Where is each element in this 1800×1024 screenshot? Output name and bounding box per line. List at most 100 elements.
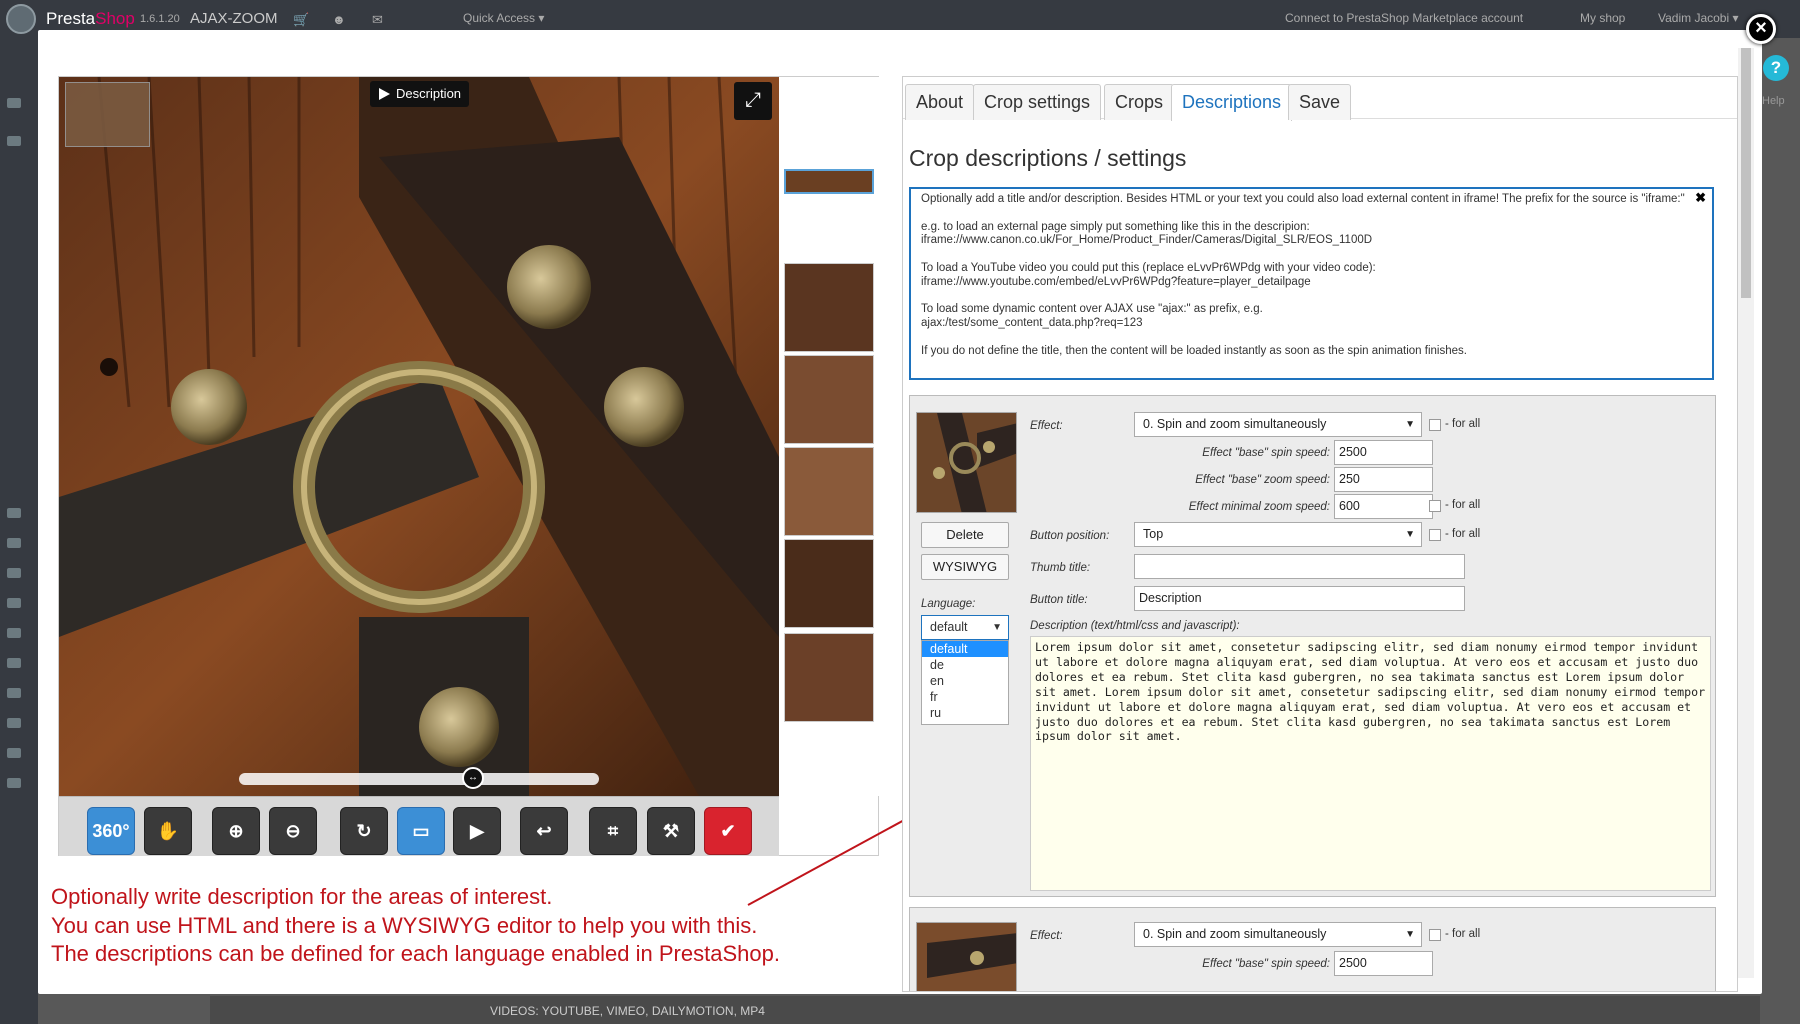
sidebar-shipping-icon[interactable] — [7, 628, 21, 638]
scrollbar-thumb[interactable] — [1741, 48, 1751, 298]
spin-360-button[interactable]: 360° — [87, 807, 135, 855]
tab-descriptions[interactable]: Descriptions — [1171, 84, 1293, 121]
reset-button[interactable]: ↻ — [340, 807, 388, 855]
for-all-label: - for all — [1445, 418, 1481, 430]
description-button[interactable]: Description — [370, 81, 469, 107]
background-page-strip: VIDEOS: YOUTUBE, VIMEO, DAILYMOTION, MP4 — [210, 996, 1760, 1024]
sidebar-orders-icon[interactable] — [7, 508, 21, 518]
effect-select-value: 0. Spin and zoom simultaneously — [1143, 417, 1327, 431]
base-spin-speed-input[interactable]: 2500 — [1334, 440, 1433, 465]
navigation-minimap[interactable] — [65, 82, 150, 147]
thumb-title-label: Thumb title: — [1030, 562, 1091, 574]
fullscreen-monitor-button[interactable]: ▭ — [397, 807, 445, 855]
confirm-button[interactable]: ✔ — [704, 807, 752, 855]
sidebar-localization-icon[interactable] — [7, 658, 21, 668]
description-textarea[interactable]: Lorem ipsum dolor sit amet, consetetur s… — [1030, 636, 1711, 891]
button-title-label: Button title: — [1030, 594, 1088, 606]
help-label: Help — [1762, 95, 1785, 107]
tab-crops[interactable]: Crops — [1104, 84, 1175, 120]
annotation-line: Optionally write description for the are… — [51, 884, 553, 909]
tab-save[interactable]: Save — [1288, 84, 1352, 120]
crop-preview-image — [917, 413, 1016, 512]
language-select[interactable]: default ▼ — [921, 615, 1009, 640]
base-spin-speed-input[interactable]: 2500 — [1334, 951, 1433, 976]
button-position-for-all-checkbox[interactable] — [1429, 529, 1441, 541]
effect-for-all-checkbox[interactable] — [1429, 419, 1441, 431]
crop-thumbnail[interactable] — [784, 447, 874, 536]
annotation-text: Optionally write description for the are… — [51, 883, 911, 969]
sidebar-dashboard-icon[interactable] — [7, 98, 21, 108]
sidebar-advanced-icon[interactable] — [7, 718, 21, 728]
delete-button[interactable]: Delete — [921, 522, 1009, 548]
admin-sidebar — [0, 38, 38, 1024]
prestashop-logo-icon[interactable] — [6, 4, 36, 34]
effect-select[interactable]: 0. Spin and zoom simultaneously ▼ — [1134, 922, 1422, 947]
wysiwyg-button[interactable]: WYSIWYG — [921, 554, 1009, 580]
chevron-down-icon: ▼ — [1405, 529, 1415, 540]
tab-crop-settings[interactable]: Crop settings — [973, 84, 1102, 120]
quick-access-menu[interactable]: Quick Access ▾ — [463, 11, 544, 25]
zoom-in-button[interactable]: ⊕ — [212, 807, 260, 855]
min-zoom-for-all-checkbox[interactable] — [1429, 500, 1441, 512]
boot-leather-image — [59, 77, 779, 796]
info-text: To load some dynamic content over AJAX u… — [921, 303, 1263, 316]
zoom-slider[interactable]: ↔ — [239, 767, 599, 789]
crop-button[interactable]: ⌗ — [589, 807, 637, 855]
zoom-out-button[interactable]: ⊖ — [269, 807, 317, 855]
effect-select[interactable]: 0. Spin and zoom simultaneously ▼ — [1134, 412, 1422, 437]
tools-button[interactable]: ⚒ — [647, 807, 695, 855]
fullscreen-expand-icon[interactable]: ⤢ — [734, 82, 772, 120]
crop-thumbnail[interactable] — [784, 355, 874, 444]
button-title-input[interactable]: Description — [1134, 586, 1465, 611]
help-icon[interactable]: ? — [1763, 55, 1789, 81]
crop-thumbnail[interactable] — [784, 633, 874, 722]
sidebar-admin-icon[interactable] — [7, 748, 21, 758]
pan-hand-button[interactable]: ✋ — [144, 807, 192, 855]
effect-label: Effect: — [1030, 420, 1063, 432]
for-all-label: - for all — [1445, 528, 1481, 540]
crop-thumbnail[interactable] — [784, 169, 874, 194]
language-option-de[interactable]: de — [922, 657, 1008, 673]
page-title: Crop descriptions / settings — [909, 145, 1187, 171]
my-shop-link[interactable]: My shop — [1580, 11, 1625, 25]
modal-scrollbar[interactable] — [1738, 48, 1754, 978]
button-position-select[interactable]: Top ▼ — [1134, 522, 1422, 547]
language-option-ru[interactable]: ru — [922, 705, 1008, 721]
min-zoom-speed-input[interactable]: 600 — [1334, 494, 1433, 519]
effect-select-value: 0. Spin and zoom simultaneously — [1143, 927, 1327, 941]
effect-for-all-checkbox[interactable] — [1429, 929, 1441, 941]
undo-button[interactable]: ↩ — [520, 807, 568, 855]
zoom-image[interactable]: Description ⤢ ↔ — [59, 77, 779, 796]
language-option-en[interactable]: en — [922, 673, 1008, 689]
sidebar-preferences-icon[interactable] — [7, 688, 21, 698]
info-box: ✖ Optionally add a title and/or descript… — [909, 187, 1714, 380]
language-option-default[interactable]: default — [922, 641, 1008, 657]
module-title[interactable]: AJAX-ZOOM — [190, 10, 278, 27]
user-icon[interactable]: ☻ — [332, 12, 346, 27]
close-modal-icon[interactable]: × — [1746, 14, 1776, 44]
marketplace-link[interactable]: Connect to PrestaShop Marketplace accoun… — [1285, 11, 1523, 25]
sidebar-stats-icon[interactable] — [7, 778, 21, 788]
tab-about[interactable]: About — [905, 84, 975, 120]
brand-name[interactable]: PrestaShop — [46, 9, 135, 29]
close-info-icon[interactable]: ✖ — [1695, 191, 1706, 205]
base-zoom-speed-input[interactable]: 250 — [1334, 467, 1433, 492]
sidebar-modules-icon[interactable] — [7, 598, 21, 608]
chevron-down-icon: ▼ — [1405, 929, 1415, 940]
play-button[interactable]: ▶ — [453, 807, 501, 855]
mail-icon[interactable]: ✉ — [372, 12, 383, 28]
sidebar-catalog-icon[interactable] — [7, 136, 21, 146]
button-position-label: Button position: — [1030, 530, 1110, 542]
language-dropdown-list: default de en fr ru — [921, 640, 1009, 725]
crop-preview-image — [917, 923, 1016, 991]
language-option-fr[interactable]: fr — [922, 689, 1008, 705]
zoom-viewer: Description ⤢ ↔ 360° ✋ ⊕ ⊖ ↻ ▭ ▶ ↩ ⌗ ⚒ ✔ — [58, 76, 879, 856]
slider-handle[interactable]: ↔ — [462, 767, 484, 789]
sidebar-customers-icon[interactable] — [7, 538, 21, 548]
user-menu[interactable]: Vadim Jacobi ▾ — [1658, 11, 1739, 25]
cart-icon[interactable]: 🛒 — [293, 12, 309, 28]
crop-thumbnail[interactable] — [784, 263, 874, 352]
crop-thumbnail[interactable] — [784, 539, 874, 628]
sidebar-pricerules-icon[interactable] — [7, 568, 21, 578]
thumb-title-input[interactable] — [1134, 554, 1465, 579]
